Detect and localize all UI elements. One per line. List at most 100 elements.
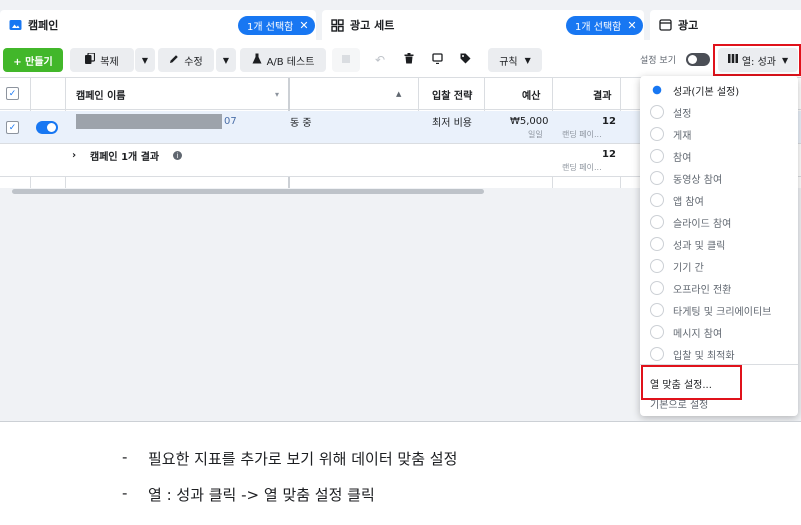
campaign-selected-pill[interactable]: 1개 선택함 ✕ bbox=[238, 16, 315, 35]
rules-label: 규칙 bbox=[499, 56, 518, 68]
sort-up-icon[interactable]: ▲ bbox=[396, 78, 401, 110]
check-icon: ✓ bbox=[6, 121, 19, 134]
ab-test-button[interactable]: A/B 테스트 bbox=[240, 48, 326, 72]
undo-button[interactable]: ↶ bbox=[366, 48, 394, 72]
archive-button[interactable] bbox=[332, 48, 360, 72]
archive-icon bbox=[341, 54, 351, 67]
note-2-text: 열 : 성과 클릭 -> 열 맞춤 설정 클릭 bbox=[148, 486, 375, 504]
adset-selected-label: 1개 선택함 bbox=[575, 22, 622, 33]
campaign-selected-label: 1개 선택함 bbox=[247, 22, 294, 33]
highlight-columns bbox=[713, 44, 801, 76]
radio-icon[interactable] bbox=[650, 347, 664, 361]
header-campaign-name[interactable]: 캠페인 이름 bbox=[76, 78, 125, 110]
undo-icon: ↶ bbox=[374, 53, 386, 67]
column-preset-item[interactable]: 동영상 참여 bbox=[650, 168, 722, 188]
delete-button[interactable] bbox=[396, 48, 422, 72]
edit-label: 수정 bbox=[184, 56, 203, 68]
column-preset-item[interactable]: 성과(기본 설정) bbox=[650, 80, 739, 100]
column-preset-item[interactable]: 설정 bbox=[650, 102, 691, 122]
campaign-toggle[interactable] bbox=[36, 121, 58, 134]
radio-icon[interactable] bbox=[650, 281, 664, 295]
column-preset-item[interactable]: 기기 간 bbox=[650, 256, 704, 276]
duplicate-label: 복제 bbox=[100, 56, 119, 68]
header-bid-strategy[interactable]: 입찰 전략 bbox=[432, 78, 472, 110]
radio-icon[interactable] bbox=[650, 105, 664, 119]
column-preset-item[interactable]: 참여 bbox=[650, 146, 691, 166]
column-preset-item[interactable]: 슬라이드 참여 bbox=[650, 212, 731, 232]
column-preset-item[interactable]: 타게팅 및 크리에이티브 bbox=[650, 300, 771, 320]
pencil-icon bbox=[169, 54, 179, 67]
column-preset-item[interactable]: 성과 및 클릭 bbox=[650, 234, 725, 254]
radio-icon[interactable] bbox=[650, 325, 664, 339]
column-preset-label: 슬라이드 참여 bbox=[673, 218, 732, 230]
radio-icon[interactable] bbox=[650, 215, 664, 229]
caret-down-icon: ▼ bbox=[524, 55, 531, 65]
tab-campaign-label: 캠페인 bbox=[28, 19, 59, 32]
redacted-name bbox=[76, 114, 222, 129]
summary-label: 캠페인 1개 결과 bbox=[90, 152, 160, 163]
info-icon[interactable]: i bbox=[173, 151, 182, 160]
tab-ad[interactable]: 광고 bbox=[650, 10, 801, 40]
column-preset-label: 기기 간 bbox=[673, 262, 704, 274]
column-preset-label: 참여 bbox=[673, 152, 692, 164]
tab-campaign[interactable]: 캠페인 1개 선택함 ✕ bbox=[0, 10, 316, 40]
ab-test-label: A/B 테스트 bbox=[266, 56, 315, 68]
horizontal-scrollbar[interactable] bbox=[12, 189, 484, 194]
select-all-checkbox[interactable]: ✓ bbox=[6, 87, 19, 100]
check-icon: ✓ bbox=[6, 87, 19, 100]
header-result[interactable]: 결과 bbox=[593, 78, 611, 110]
column-preset-label: 입찰 및 최적화 bbox=[673, 350, 735, 362]
close-icon[interactable]: ✕ bbox=[627, 19, 636, 32]
tag-button[interactable] bbox=[452, 48, 478, 72]
flask-icon bbox=[252, 53, 262, 67]
column-preset-item[interactable]: 메시지 참여 bbox=[650, 322, 722, 342]
column-preset-label: 동영상 참여 bbox=[673, 174, 723, 186]
result-value: 12 bbox=[602, 115, 616, 127]
radio-icon[interactable] bbox=[650, 171, 664, 185]
create-button[interactable]: + 만들기 bbox=[3, 48, 63, 72]
tab-adset-label: 광고 세트 bbox=[350, 19, 395, 32]
radio-icon[interactable] bbox=[650, 193, 664, 207]
column-preset-label: 앱 참여 bbox=[673, 196, 704, 208]
ad-icon bbox=[658, 18, 672, 32]
rules-dropdown[interactable]: 규칙 ▼ bbox=[488, 48, 542, 72]
column-preset-item[interactable]: 입찰 및 최적화 bbox=[650, 344, 735, 364]
close-icon[interactable]: ✕ bbox=[299, 19, 308, 32]
budget-value: ₩5,000 bbox=[510, 115, 549, 127]
sort-icon[interactable]: ▾ bbox=[275, 78, 279, 110]
dash-bullet: - bbox=[122, 484, 128, 502]
campaign-name-suffix[interactable]: 07 bbox=[224, 115, 237, 127]
adset-selected-pill[interactable]: 1개 선택함 ✕ bbox=[566, 16, 643, 35]
radio-icon[interactable] bbox=[650, 149, 664, 163]
radio-icon[interactable] bbox=[650, 303, 664, 317]
result-type: 랜딩 페이... bbox=[562, 130, 602, 139]
level-tabs: 캠페인 1개 선택함 ✕ 광고 세트 1개 선택함 ✕ 광고 bbox=[0, 10, 801, 40]
view-settings-toggle[interactable] bbox=[686, 53, 710, 66]
duplicate-button[interactable]: 복제 bbox=[70, 48, 134, 72]
radio-icon[interactable] bbox=[650, 127, 664, 141]
column-preset-item[interactable]: 게재 bbox=[650, 124, 691, 144]
note-1: - 필요한 지표를 추가로 보기 위해 데이터 맞춤 설정 bbox=[122, 448, 457, 469]
grid-icon bbox=[330, 18, 344, 32]
expand-icon[interactable]: › bbox=[72, 149, 76, 162]
column-preset-item[interactable]: 앱 참여 bbox=[650, 190, 704, 210]
radio-icon[interactable] bbox=[650, 83, 664, 97]
preview-button[interactable] bbox=[424, 48, 450, 72]
column-preset-item[interactable]: 오프라인 전환 bbox=[650, 278, 731, 298]
column-preset-label: 타게팅 및 크리에이티브 bbox=[673, 306, 772, 318]
radio-icon[interactable] bbox=[650, 259, 664, 273]
header-budget[interactable]: 예산 bbox=[522, 78, 540, 110]
toolbar: + 만들기 복제 ▼ 수정 ▼ A/B 테스트 ↶ 규칙 ▼ 설정 보기 열: … bbox=[0, 40, 801, 78]
budget-type: 일일 bbox=[528, 130, 543, 139]
tab-adset[interactable]: 광고 세트 1개 선택함 ✕ bbox=[322, 10, 644, 40]
folder-icon bbox=[8, 18, 22, 32]
duplicate-dropdown[interactable]: ▼ bbox=[135, 48, 155, 72]
note-2: - 열 : 성과 클릭 -> 열 맞춤 설정 클릭 bbox=[122, 484, 375, 505]
row-checkbox[interactable]: ✓ bbox=[6, 121, 19, 134]
column-preset-label: 성과 및 클릭 bbox=[673, 240, 726, 252]
note-1-text: 필요한 지표를 추가로 보기 위해 데이터 맞춤 설정 bbox=[148, 450, 458, 468]
edit-dropdown[interactable]: ▼ bbox=[216, 48, 236, 72]
radio-icon[interactable] bbox=[650, 237, 664, 251]
column-preset-label: 게재 bbox=[673, 130, 692, 142]
edit-button[interactable]: 수정 bbox=[158, 48, 214, 72]
